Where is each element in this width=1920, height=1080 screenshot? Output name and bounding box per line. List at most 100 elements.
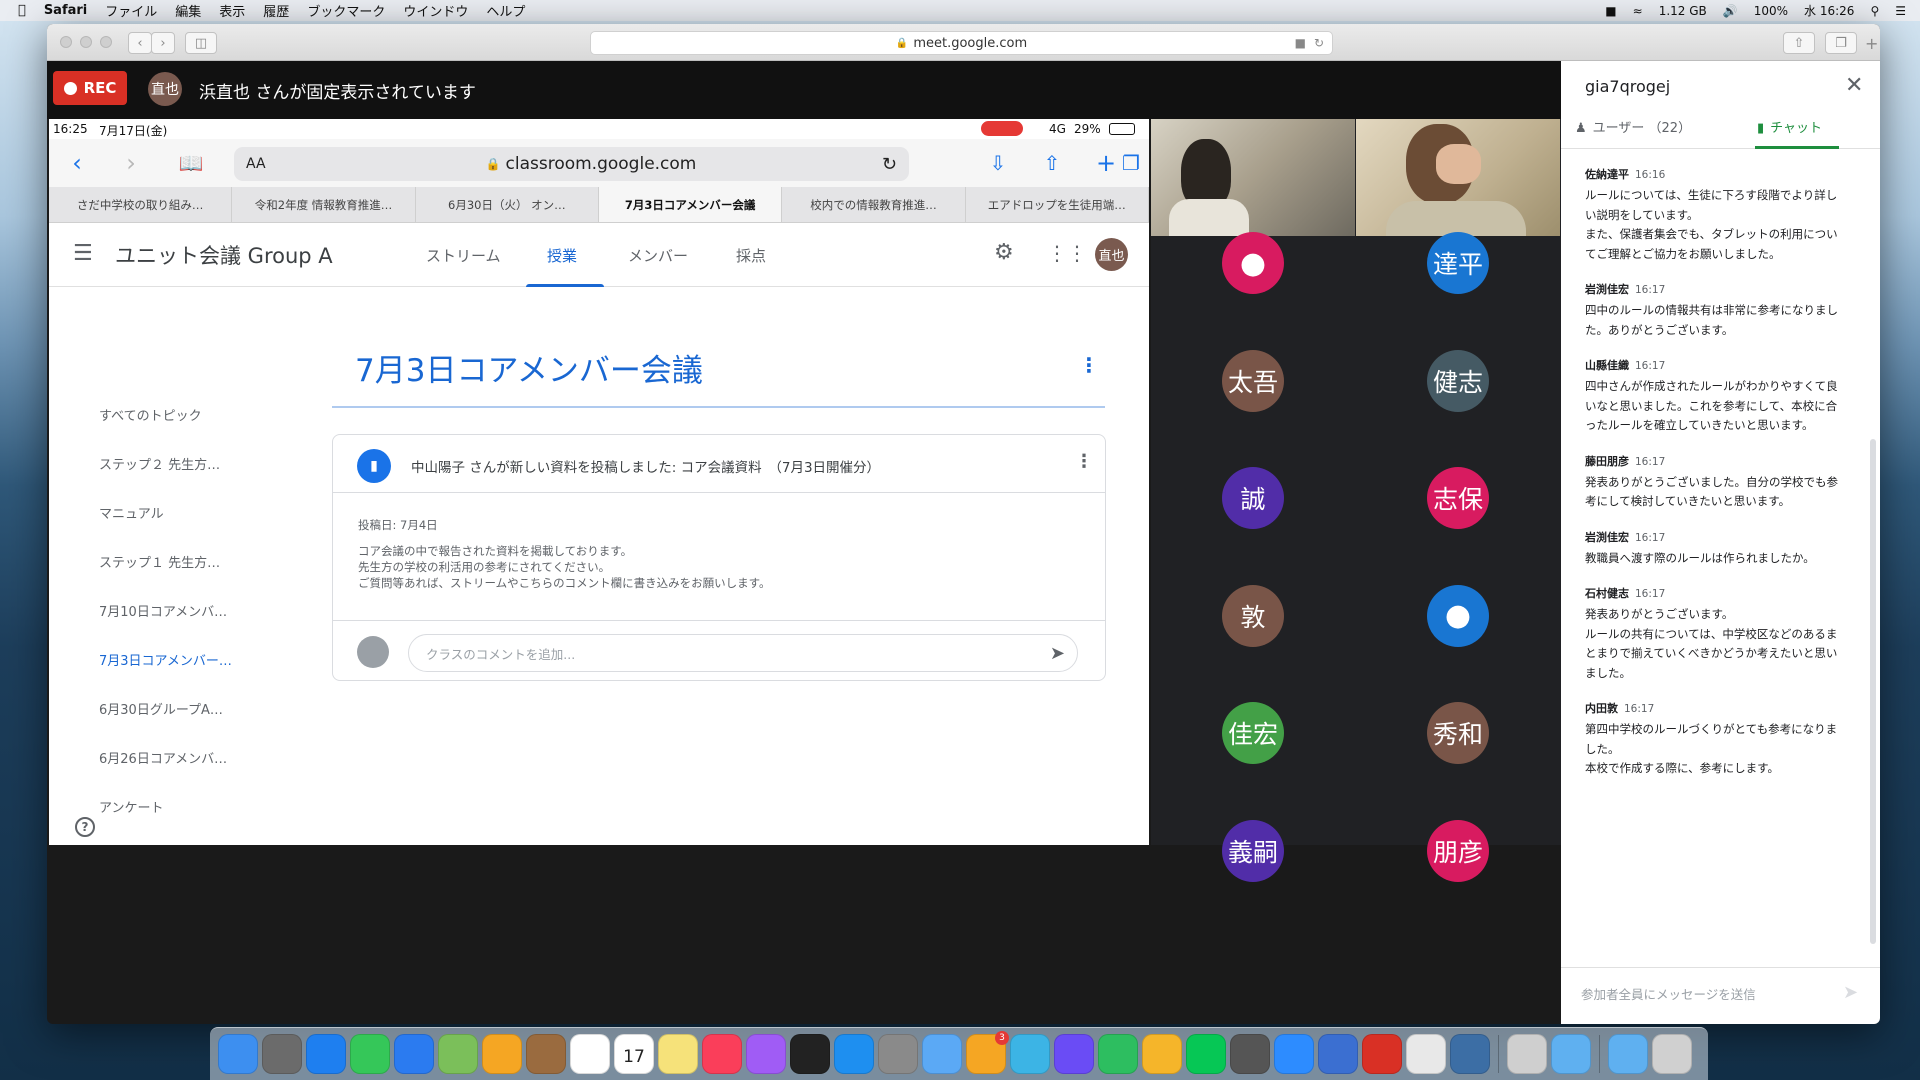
class-comment-input[interactable]: クラスのコメントを追加... ➤ (408, 634, 1078, 672)
menu-app-name[interactable]: Safari (44, 3, 87, 18)
participant-avatar[interactable]: 志保 (1427, 467, 1489, 529)
battery-percent[interactable]: 100% (1754, 4, 1788, 18)
dock-app-icon[interactable] (570, 1034, 610, 1074)
forward-button[interactable]: › (151, 32, 175, 54)
ipad-tab-1[interactable]: さだ中学校の取り組み… (49, 187, 233, 222)
help-icon[interactable]: ? (75, 817, 95, 837)
dock-app-icon[interactable] (834, 1034, 874, 1074)
tab-classwork[interactable]: 授業 (547, 245, 577, 266)
close-icon[interactable]: ✕ (1845, 73, 1863, 98)
topic-item-active[interactable]: 7月3日コアメンバー… (99, 650, 232, 669)
dock-app-icon[interactable] (878, 1034, 918, 1074)
tab-chat[interactable]: ▮ チャット (1757, 117, 1822, 136)
reload-icon[interactable]: ↻ (1314, 36, 1324, 50)
bookmarks-icon[interactable]: 📖 (175, 147, 207, 179)
dock-app-icon[interactable] (1507, 1034, 1547, 1074)
topic-more-icon[interactable]: ⋮ (1079, 353, 1099, 377)
send-icon[interactable]: ➤ (1050, 643, 1065, 664)
dock-app-icon[interactable] (702, 1034, 742, 1074)
menu-item-window[interactable]: ウインドウ (403, 1, 468, 20)
gear-icon[interactable]: ⚙ (994, 240, 1014, 265)
address-bar[interactable]: 🔒 meet.google.com ■ ↻ (590, 31, 1333, 55)
recording-indicator[interactable]: REC (53, 71, 127, 105)
new-tab-button[interactable]: + (1865, 34, 1878, 53)
dock-app-icon[interactable]: 17 (614, 1034, 654, 1074)
dock-app-icon[interactable] (1608, 1034, 1648, 1074)
ipad-tab-5[interactable]: 校内での情報教育推進… (782, 187, 966, 222)
tab-members[interactable]: メンバー (628, 245, 688, 266)
download-icon[interactable]: ⇩ (982, 147, 1014, 179)
menu-icon[interactable]: ☰ (73, 241, 93, 266)
volume-icon[interactable]: 🔊 (1723, 4, 1738, 18)
topic-item[interactable]: 7月10日コアメンバ… (99, 601, 227, 620)
dock-app-icon[interactable]: 3 (966, 1031, 1009, 1074)
dock-app-icon[interactable] (218, 1034, 258, 1074)
zoom-window-button[interactable] (100, 36, 112, 48)
dock-app-icon[interactable] (1406, 1034, 1446, 1074)
dock-app-icon[interactable] (350, 1034, 390, 1074)
menubar-clock[interactable]: 水 16:26 (1804, 2, 1854, 19)
ipad-tab-4-active[interactable]: 7月3日コアメンバー会議 (598, 187, 783, 222)
share-icon[interactable]: ⇧ (1036, 147, 1068, 179)
memory-readout[interactable]: 1.12 GB (1659, 4, 1707, 18)
participant-avatar[interactable]: 佳宏 (1222, 702, 1284, 764)
dock-app-icon[interactable] (1186, 1034, 1226, 1074)
participant-avatar[interactable]: 朋彦 (1427, 819, 1489, 882)
close-window-button[interactable] (60, 36, 72, 48)
topic-item-all[interactable]: すべてのトピック (99, 405, 202, 424)
topic-item[interactable]: 6月26日コアメンバ… (99, 748, 227, 767)
topic-item[interactable]: マニュアル (99, 503, 164, 522)
participant-avatar[interactable]: 秀和 (1427, 702, 1489, 764)
menu-item-bookmarks[interactable]: ブックマーク (307, 1, 385, 20)
chevron-right-icon[interactable]: › (115, 147, 147, 179)
dock-app-icon[interactable] (1010, 1034, 1050, 1074)
menu-item-edit[interactable]: 編集 (175, 1, 201, 20)
send-icon[interactable]: ➤ (1843, 982, 1858, 1003)
dock-app-icon[interactable] (262, 1034, 302, 1074)
dock-app-icon[interactable] (438, 1034, 478, 1074)
sidebar-toggle-icon[interactable]: ◫ (185, 32, 217, 54)
chat-scrollbar[interactable] (1870, 439, 1876, 944)
ipad-url-bar[interactable]: AA 🔒 classroom.google.com ↻ (234, 147, 909, 181)
dock-app-icon[interactable] (1098, 1034, 1138, 1074)
dock-app-icon[interactable] (482, 1034, 522, 1074)
camera-in-use-icon[interactable]: ■ (1295, 36, 1306, 50)
dock-app-icon[interactable] (306, 1034, 346, 1074)
notification-center-icon[interactable]: ☰ (1895, 4, 1906, 18)
dock-app-icon[interactable] (1054, 1034, 1094, 1074)
wifi-icon[interactable]: ≈ (1633, 4, 1643, 18)
share-button[interactable]: ⇧ (1783, 32, 1815, 54)
show-tabs-button[interactable]: ❐ (1825, 32, 1857, 54)
participant-avatar[interactable]: ● (1222, 232, 1284, 294)
dock-app-icon[interactable] (922, 1034, 962, 1074)
dock-app-icon[interactable] (1318, 1034, 1358, 1074)
participant-avatar[interactable]: 義嗣 (1222, 819, 1284, 882)
participant-avatar[interactable]: 太吾 (1222, 349, 1284, 412)
apps-grid-icon[interactable]: ⋮⋮ (1047, 241, 1087, 265)
menu-item-help[interactable]: ヘルプ (486, 1, 525, 20)
tab-users[interactable]: ♟ ユーザー （22） (1575, 117, 1691, 136)
dock-app-icon[interactable] (1450, 1034, 1490, 1074)
participant-avatar[interactable]: 敦 (1222, 584, 1284, 647)
material-title[interactable]: 中山陽子 さんが新しい資料を投稿しました: コア会議資料 （7月3日開催分） (411, 456, 880, 476)
topic-item[interactable]: 6月30日グループA… (99, 699, 223, 718)
participant-video-tile[interactable] (1151, 119, 1355, 236)
user-avatar[interactable]: 直也 (1095, 238, 1128, 271)
camera-status-icon[interactable]: ■ (1605, 4, 1616, 18)
material-card-header[interactable]: ▮ 中山陽子 さんが新しい資料を投稿しました: コア会議資料 （7月3日開催分）… (333, 435, 1105, 493)
dock-app-icon[interactable] (746, 1034, 786, 1074)
ipad-tab-3[interactable]: 6月30日（火） オン… (416, 187, 599, 222)
minimize-window-button[interactable] (80, 36, 92, 48)
dock-app-icon[interactable] (1142, 1034, 1182, 1074)
dock-app-icon[interactable] (526, 1034, 566, 1074)
dock-app-icon[interactable] (1230, 1034, 1270, 1074)
more-options-icon[interactable]: ⋮ (1075, 451, 1093, 472)
ipad-tab-2[interactable]: 令和2年度 情報教育推進… (232, 187, 416, 222)
dock-app-icon[interactable] (1652, 1034, 1692, 1074)
dock-app-icon[interactable] (1362, 1034, 1402, 1074)
spotlight-icon[interactable]: ⚲ (1870, 4, 1879, 18)
chat-message-input[interactable]: 参加者全員にメッセージを送信 (1581, 984, 1756, 1003)
dock-app-icon[interactable] (790, 1034, 830, 1074)
participant-avatar[interactable]: 健志 (1427, 349, 1489, 412)
menu-item-view[interactable]: 表示 (219, 1, 245, 20)
